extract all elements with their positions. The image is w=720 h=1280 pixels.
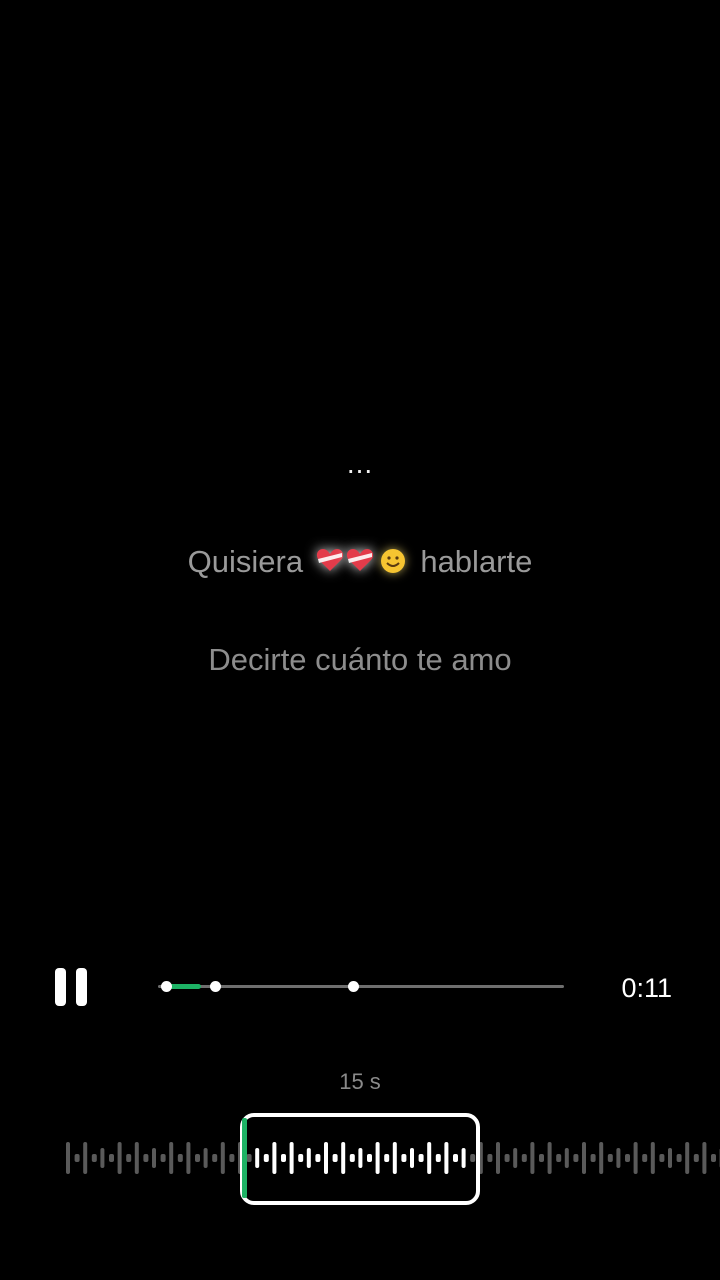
clip-duration-label: 15 s xyxy=(339,1069,381,1094)
waveform-bar xyxy=(607,1154,613,1162)
waveform-bar xyxy=(625,1154,630,1162)
waveform-bar xyxy=(496,1142,500,1174)
clip-selection-window[interactable] xyxy=(240,1113,480,1205)
waveform-bar xyxy=(547,1142,552,1174)
waveform-bar xyxy=(685,1142,690,1174)
smiling-face-icon xyxy=(380,549,405,573)
waveform-bar xyxy=(599,1142,604,1174)
waveform-bar xyxy=(642,1154,648,1162)
lyric-text-before: Quisiera xyxy=(187,544,304,579)
waveform-bar xyxy=(702,1142,707,1174)
waveform-bar xyxy=(668,1148,672,1168)
waveform-bar xyxy=(513,1148,518,1168)
waveform-bar xyxy=(195,1154,200,1162)
waveform-bar xyxy=(504,1154,510,1162)
seek-marker[interactable] xyxy=(210,981,221,992)
seek-marker[interactable] xyxy=(348,981,359,992)
lyrics-ellipsis: ... xyxy=(346,448,374,479)
heart-icon xyxy=(346,549,373,571)
waveform-bar xyxy=(556,1154,562,1162)
waveform-bar xyxy=(91,1154,97,1162)
pause-button[interactable] xyxy=(52,968,90,1008)
waveform-bar xyxy=(573,1154,579,1162)
waveform-bar xyxy=(650,1142,655,1174)
waveform-bar xyxy=(590,1154,596,1162)
waveform-bar xyxy=(539,1154,544,1162)
waveform-bar xyxy=(186,1142,191,1174)
waveform-bar xyxy=(582,1142,586,1174)
waveform-bar xyxy=(117,1142,122,1174)
waveform-bar xyxy=(693,1154,699,1162)
waveform-bar xyxy=(177,1154,183,1162)
lyric-line-current: Quisiera hablarte xyxy=(0,544,720,580)
waveform-bar xyxy=(100,1148,105,1168)
waveform-bar xyxy=(143,1154,149,1162)
pause-icon xyxy=(76,968,87,1006)
waveform-bar xyxy=(530,1142,535,1174)
waveform-bar xyxy=(711,1154,716,1162)
seek-marker[interactable] xyxy=(161,981,172,992)
heart-icon xyxy=(316,549,343,571)
waveform-bar xyxy=(616,1148,621,1168)
emoji-group xyxy=(316,546,408,576)
waveform-bar xyxy=(633,1142,638,1174)
waveform-bar xyxy=(83,1142,88,1174)
waveform-bar xyxy=(109,1154,114,1162)
waveform-bar xyxy=(134,1142,139,1174)
current-time: 0:11 xyxy=(621,973,672,1003)
waveform-bar xyxy=(229,1154,235,1162)
clip-selection-handle[interactable] xyxy=(242,1118,247,1198)
waveform-bar xyxy=(659,1154,665,1162)
waveform-bar xyxy=(676,1154,682,1162)
seek-bar[interactable] xyxy=(158,970,564,1004)
waveform-bar xyxy=(160,1154,166,1162)
waveform-bar xyxy=(203,1148,208,1168)
lyric-line-next: Decirte cuánto te amo xyxy=(208,642,512,677)
waveform-bar xyxy=(152,1148,156,1168)
lyric-text-after: hablarte xyxy=(420,544,533,579)
waveform-bar xyxy=(126,1154,132,1162)
waveform-bar xyxy=(66,1142,70,1174)
waveform-bar xyxy=(564,1148,569,1168)
waveform-bar xyxy=(220,1142,225,1174)
waveform-bar xyxy=(212,1154,218,1162)
waveform-bar xyxy=(74,1154,80,1162)
pause-icon xyxy=(55,968,66,1006)
waveform-bar xyxy=(487,1154,493,1162)
waveform-bar xyxy=(169,1142,174,1174)
waveform-bar xyxy=(521,1154,527,1162)
